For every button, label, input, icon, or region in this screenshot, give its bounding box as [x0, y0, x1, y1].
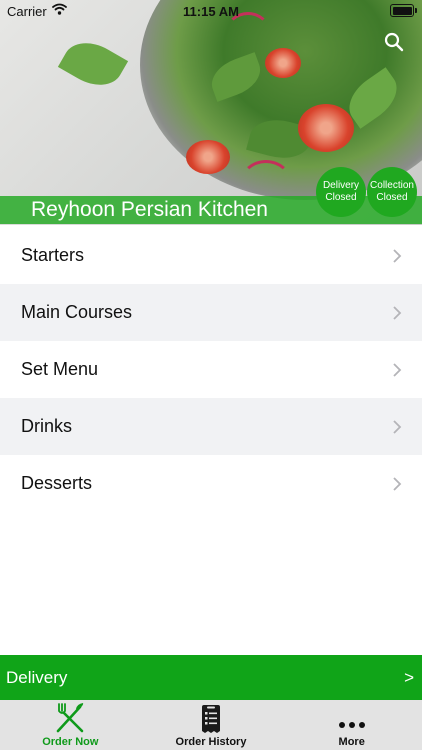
tab-more[interactable]: More — [281, 700, 422, 750]
order-mode-label: Delivery — [6, 667, 68, 687]
tab-order-now[interactable]: Order Now — [0, 700, 141, 750]
delivery-status-badge: Delivery Closed — [316, 167, 366, 217]
tab-bar: Order Now Order History More — [0, 700, 422, 750]
tomato-slice — [265, 48, 301, 78]
collection-status-badge: Collection Closed — [367, 167, 417, 217]
tab-label: More — [338, 736, 365, 748]
header-image: Reyhoon Persian Kitchen Delivery Closed … — [0, 0, 422, 225]
clock: 11:15 AM — [183, 4, 239, 19]
tab-label: Order History — [175, 736, 247, 748]
menu-item-label: Desserts — [21, 473, 93, 493]
menu-item-starters[interactable]: Starters — [0, 227, 422, 284]
menu-item-label: Set Menu — [21, 359, 99, 379]
restaurant-name: Reyhoon Persian Kitchen — [31, 198, 268, 221]
order-mode-arrow: > — [404, 667, 414, 687]
chevron-right-icon — [393, 248, 402, 263]
menu-item-label: Drinks — [21, 416, 73, 436]
battery-icon — [390, 4, 417, 17]
delivery-status-label: Delivery — [322, 180, 360, 191]
order-mode-bar[interactable]: Delivery > — [0, 655, 422, 700]
menu-item-label: Main Courses — [21, 302, 133, 322]
more-dots-icon — [338, 722, 365, 728]
chevron-right-icon — [393, 305, 402, 320]
menu-item-drinks[interactable]: Drinks — [0, 398, 422, 455]
status-bar: Carrier 11:15 AM — [0, 0, 422, 22]
tab-label: Order Now — [42, 736, 99, 748]
menu-category-list: Starters Main Courses Set Menu Drinks De… — [0, 227, 422, 512]
collection-status-label: Collection — [370, 180, 414, 191]
collection-status-value: Closed — [376, 192, 408, 203]
fork-knife-icon — [57, 703, 84, 733]
search-icon[interactable] — [384, 32, 404, 52]
tomato-slice — [186, 140, 230, 174]
delivery-status-value: Closed — [325, 192, 357, 203]
menu-item-set-menu[interactable]: Set Menu — [0, 341, 422, 398]
menu-item-label: Starters — [21, 245, 85, 265]
chevron-right-icon — [393, 419, 402, 434]
menu-item-main-courses[interactable]: Main Courses — [0, 284, 422, 341]
tab-order-history[interactable]: Order History — [141, 700, 282, 750]
chevron-right-icon — [393, 476, 402, 491]
chevron-right-icon — [393, 362, 402, 377]
receipt-icon — [202, 705, 220, 733]
spinach-leaf — [57, 32, 129, 96]
menu-item-desserts[interactable]: Desserts — [0, 455, 422, 512]
tomato-slice — [298, 104, 354, 152]
